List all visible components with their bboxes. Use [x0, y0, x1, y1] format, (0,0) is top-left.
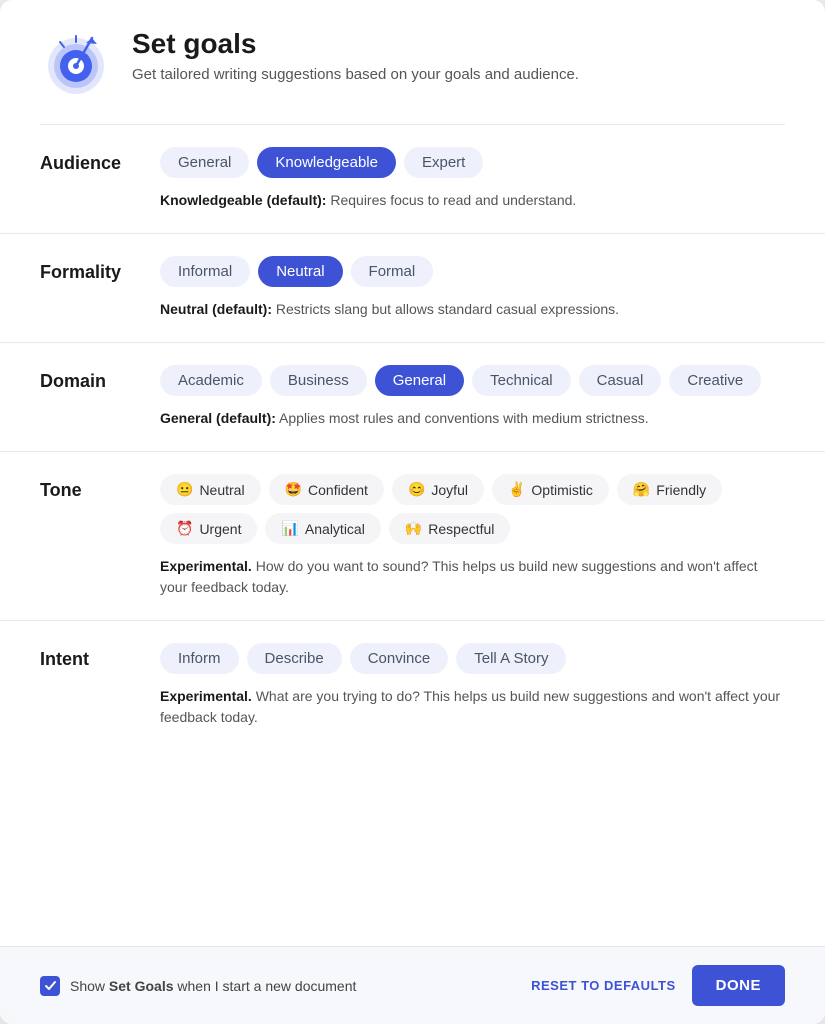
intent-chips: Inform Describe Convince Tell A Story — [160, 643, 785, 674]
audience-label: Audience — [40, 153, 160, 174]
domain-content: Academic Business General Technical Casu… — [160, 365, 785, 429]
tone-emoji-analytical: 📊 — [281, 520, 298, 537]
header-text: Set goals Get tailored writing suggestio… — [132, 28, 579, 83]
tone-chip-analytical[interactable]: 📊 Analytical — [265, 513, 380, 544]
tone-emoji-optimistic: ✌️ — [508, 481, 525, 498]
main-card: Set goals Get tailored writing suggestio… — [0, 0, 825, 1024]
tone-chip-respectful[interactable]: 🙌 Respectful — [389, 513, 511, 544]
audience-chip-knowledgeable[interactable]: Knowledgeable — [257, 147, 396, 178]
footer-checkbox-label: Show Set Goals when I start a new docume… — [70, 978, 356, 994]
audience-desc-text: Requires focus to read and understand. — [330, 192, 576, 208]
tone-emoji-respectful: 🙌 — [405, 520, 422, 537]
audience-section: Audience General Knowledgeable Expert Kn… — [0, 125, 825, 234]
domain-chip-casual[interactable]: Casual — [579, 365, 662, 396]
formality-content: Informal Neutral Formal Neutral (default… — [160, 256, 785, 320]
tone-emoji-friendly: 🤗 — [633, 481, 650, 498]
formality-desc-text: Restricts slang but allows standard casu… — [276, 301, 619, 317]
tone-section: Tone 😐 Neutral 🤩 Confident 😊 Joyful ✌️ O… — [0, 452, 825, 621]
tone-content: 😐 Neutral 🤩 Confident 😊 Joyful ✌️ Optimi… — [160, 474, 785, 598]
domain-label: Domain — [40, 371, 160, 392]
intent-content: Inform Describe Convince Tell A Story Ex… — [160, 643, 785, 728]
intent-chip-tell-a-story[interactable]: Tell A Story — [456, 643, 566, 674]
audience-chips: General Knowledgeable Expert — [160, 147, 785, 178]
domain-chip-business[interactable]: Business — [270, 365, 367, 396]
tone-emoji-neutral: 😐 — [176, 481, 193, 498]
domain-chip-academic[interactable]: Academic — [160, 365, 262, 396]
tone-chip-friendly[interactable]: 🤗 Friendly — [617, 474, 722, 505]
footer-right: RESET TO DEFAULTS DONE — [531, 965, 785, 1006]
intent-chip-inform[interactable]: Inform — [160, 643, 239, 674]
tone-emoji-urgent: ⏰ — [176, 520, 193, 537]
audience-content: General Knowledgeable Expert Knowledgeab… — [160, 147, 785, 211]
tone-description: Experimental. How do you want to sound? … — [160, 556, 785, 598]
tone-chip-joyful[interactable]: 😊 Joyful — [392, 474, 484, 505]
tone-chips: 😐 Neutral 🤩 Confident 😊 Joyful ✌️ Optimi… — [160, 474, 785, 544]
tone-chip-urgent[interactable]: ⏰ Urgent — [160, 513, 257, 544]
tone-emoji-confident: 🤩 — [285, 481, 302, 498]
tone-chip-confident[interactable]: 🤩 Confident — [269, 474, 384, 505]
audience-description: Knowledgeable (default): Requires focus … — [160, 190, 785, 211]
audience-desc-bold: Knowledgeable (default): — [160, 192, 326, 208]
intent-desc-experimental: Experimental. — [160, 688, 252, 704]
done-button[interactable]: DONE — [692, 965, 785, 1006]
intent-label: Intent — [40, 649, 160, 670]
tone-chip-optimistic[interactable]: ✌️ Optimistic — [492, 474, 609, 505]
page-subtitle: Get tailored writing suggestions based o… — [132, 66, 579, 83]
tone-desc-experimental: Experimental. — [160, 558, 252, 574]
formality-chip-formal[interactable]: Formal — [351, 256, 434, 287]
domain-chip-general[interactable]: General — [375, 365, 464, 396]
audience-chip-expert[interactable]: Expert — [404, 147, 483, 178]
intent-section: Intent Inform Describe Convince Tell A S… — [0, 621, 825, 750]
page-title: Set goals — [132, 28, 579, 60]
domain-section: Domain Academic Business General Technic… — [0, 343, 825, 452]
intent-chip-describe[interactable]: Describe — [247, 643, 342, 674]
domain-chip-creative[interactable]: Creative — [669, 365, 761, 396]
reset-button[interactable]: RESET TO DEFAULTS — [531, 978, 676, 993]
footer: Show Set Goals when I start a new docume… — [0, 946, 825, 1024]
domain-desc-bold: General (default): — [160, 410, 276, 426]
intent-chip-convince[interactable]: Convince — [350, 643, 449, 674]
formality-description: Neutral (default): Restricts slang but a… — [160, 299, 785, 320]
tone-chip-neutral[interactable]: 😐 Neutral — [160, 474, 261, 505]
formality-chip-informal[interactable]: Informal — [160, 256, 250, 287]
tone-emoji-joyful: 😊 — [408, 481, 425, 498]
formality-section: Formality Informal Neutral Formal Neutra… — [0, 234, 825, 343]
tone-label: Tone — [40, 480, 160, 501]
audience-chip-general[interactable]: General — [160, 147, 249, 178]
domain-chip-technical[interactable]: Technical — [472, 365, 571, 396]
formality-desc-bold: Neutral (default): — [160, 301, 272, 317]
formality-chip-neutral[interactable]: Neutral — [258, 256, 342, 287]
domain-desc-text: Applies most rules and conventions with … — [279, 410, 649, 426]
footer-set-goals-bold: Set Goals — [109, 978, 174, 994]
footer-left: Show Set Goals when I start a new docume… — [40, 976, 356, 996]
goals-icon — [40, 28, 112, 100]
formality-label: Formality — [40, 262, 160, 283]
domain-chips: Academic Business General Technical Casu… — [160, 365, 785, 396]
show-goals-checkbox[interactable] — [40, 976, 60, 996]
header-section: Set goals Get tailored writing suggestio… — [0, 0, 825, 124]
intent-description: Experimental. What are you trying to do?… — [160, 686, 785, 728]
intent-desc-text: What are you trying to do? This helps us… — [160, 688, 780, 725]
formality-chips: Informal Neutral Formal — [160, 256, 785, 287]
domain-description: General (default): Applies most rules an… — [160, 408, 785, 429]
